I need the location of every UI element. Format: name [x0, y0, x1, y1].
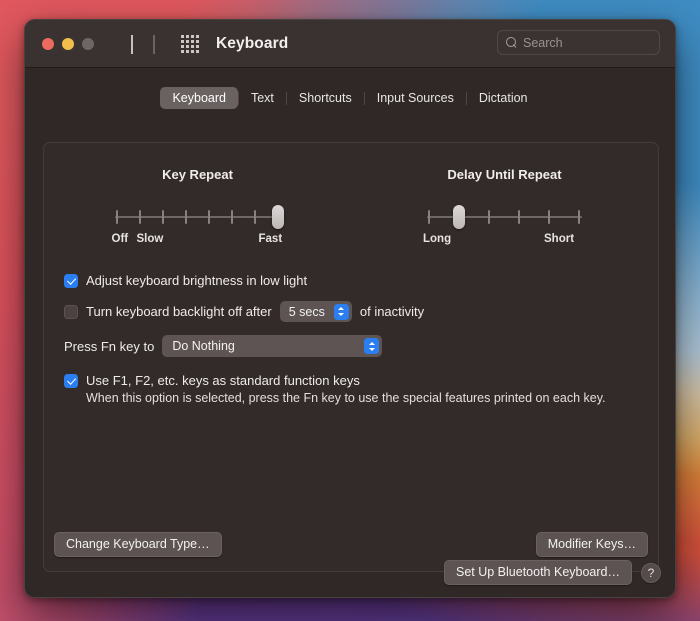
- key-repeat-group: Key Repeat Off Slow Fast: [44, 167, 351, 249]
- forward-chevron-icon: [153, 34, 155, 54]
- function-keys-label: Use F1, F2, etc. keys as standard functi…: [86, 373, 360, 388]
- slider-tick: [230, 210, 233, 224]
- slider-tick: [253, 210, 256, 224]
- popup-chevron-updown-icon[interactable]: [364, 338, 380, 354]
- key-repeat-labels: Off Slow Fast: [111, 233, 283, 249]
- delay-until-repeat-slider[interactable]: [427, 204, 582, 230]
- tab-bar: Keyboard Text Shortcuts Input Sources Di…: [25, 68, 675, 109]
- window-content: Keyboard Text Shortcuts Input Sources Di…: [25, 68, 675, 597]
- tab-shortcuts[interactable]: Shortcuts: [287, 87, 364, 109]
- panel-button-row: Change Keyboard Type… Modifier Keys…: [44, 532, 658, 557]
- delay-until-repeat-labels: Long Short: [423, 233, 582, 249]
- delay-until-repeat-slider-thumb[interactable]: [453, 205, 465, 229]
- slider-tick: [578, 210, 580, 224]
- delay-until-repeat-title: Delay Until Repeat: [447, 167, 562, 182]
- key-repeat-slider-thumb[interactable]: [271, 205, 284, 229]
- back-chevron-icon[interactable]: [131, 34, 133, 54]
- slider-tick: [184, 210, 187, 224]
- backlight-off-label-before: Turn keyboard backlight off after: [86, 304, 272, 319]
- desktop-wallpaper: Keyboard Search Keyboard Text Shortcuts …: [0, 0, 700, 621]
- function-keys-description: When this option is selected, press the …: [86, 391, 606, 405]
- fn-key-row: Press Fn key to Do Nothing: [64, 335, 658, 357]
- slider-tick: [161, 210, 164, 224]
- adjust-brightness-row[interactable]: Adjust keyboard brightness in low light: [64, 273, 658, 288]
- options-section: Adjust keyboard brightness in low light …: [44, 249, 658, 407]
- window-titlebar: Keyboard Search: [25, 20, 675, 68]
- fn-key-value: Do Nothing: [172, 339, 235, 353]
- adjust-brightness-label: Adjust keyboard brightness in low light: [86, 273, 308, 288]
- slider-tick: [115, 210, 118, 224]
- modifier-keys-button[interactable]: Modifier Keys…: [535, 532, 648, 557]
- delay-short-label: Short: [544, 233, 575, 245]
- tab-text[interactable]: Text: [239, 87, 286, 109]
- delay-long-label: Long: [423, 233, 452, 245]
- slider-tick: [428, 210, 430, 224]
- delay-until-repeat-group: Delay Until Repeat Long Short: [351, 167, 658, 249]
- tab-dictation[interactable]: Dictation: [467, 87, 540, 109]
- page-title: Keyboard: [216, 34, 289, 52]
- key-repeat-off-label: Off: [111, 233, 129, 245]
- backlight-off-label-after: of inactivity: [359, 304, 425, 319]
- help-button[interactable]: ?: [641, 562, 661, 583]
- keyboard-settings-panel: Key Repeat Off Slow Fast Delay Until Rep…: [43, 142, 659, 572]
- traffic-light-controls: [42, 37, 94, 50]
- window-footer: Set Up Bluetooth Keyboard… ?: [444, 560, 661, 585]
- sliders-section: Key Repeat Off Slow Fast Delay Until Rep…: [44, 143, 658, 249]
- function-keys-checkbox[interactable]: [64, 374, 78, 388]
- adjust-brightness-checkbox[interactable]: [64, 273, 78, 288]
- show-all-grid-icon[interactable]: [181, 34, 199, 53]
- system-preferences-window: Keyboard Search Keyboard Text Shortcuts …: [24, 19, 676, 598]
- backlight-off-row[interactable]: Turn keyboard backlight off after 5 secs…: [64, 301, 658, 322]
- key-repeat-fast-label: Fast: [258, 233, 283, 245]
- slider-tick: [488, 210, 490, 224]
- slider-track: [427, 216, 582, 218]
- minimize-button[interactable]: [62, 37, 74, 50]
- fn-key-label: Press Fn key to: [64, 338, 155, 354]
- backlight-delay-value: 5 secs: [288, 304, 325, 319]
- tab-keyboard[interactable]: Keyboard: [160, 87, 238, 109]
- slider-tick: [207, 210, 210, 224]
- slider-tick: [138, 210, 141, 224]
- key-repeat-slow-label: Slow: [136, 233, 164, 245]
- backlight-off-checkbox[interactable]: [64, 304, 78, 319]
- change-keyboard-type-button[interactable]: Change Keyboard Type…: [54, 532, 222, 557]
- search-icon: [506, 37, 517, 48]
- slider-tick: [518, 210, 520, 224]
- key-repeat-slider[interactable]: [114, 204, 284, 230]
- navigation-arrows: [131, 34, 155, 54]
- function-keys-row[interactable]: Use F1, F2, etc. keys as standard functi…: [64, 373, 658, 388]
- search-placeholder: Search: [523, 35, 563, 50]
- stepper-chevron-updown-icon[interactable]: [333, 303, 349, 320]
- tab-input-sources[interactable]: Input Sources: [365, 87, 466, 109]
- slider-tick: [548, 210, 550, 224]
- zoom-button[interactable]: [82, 37, 94, 50]
- search-field[interactable]: Search: [497, 30, 660, 55]
- close-button[interactable]: [42, 37, 54, 50]
- fn-key-popup-button[interactable]: Do Nothing: [162, 335, 383, 357]
- backlight-delay-stepper[interactable]: 5 secs: [279, 301, 352, 322]
- key-repeat-title: Key Repeat: [162, 167, 233, 182]
- set-up-bluetooth-keyboard-button[interactable]: Set Up Bluetooth Keyboard…: [444, 560, 632, 585]
